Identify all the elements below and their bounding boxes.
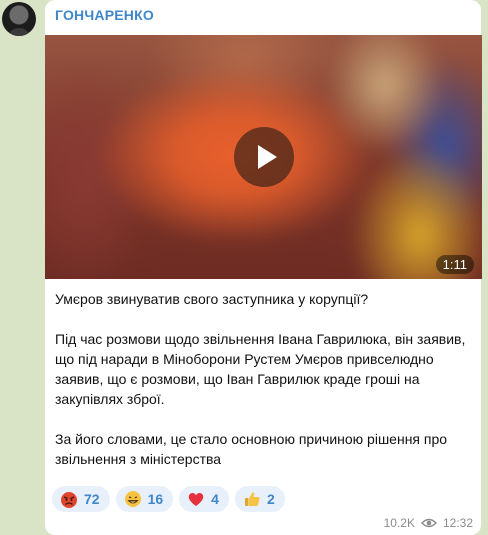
reaction-count: 16 <box>147 491 164 507</box>
avatar-silhouette <box>7 28 31 36</box>
angry-face-icon <box>61 491 77 508</box>
post-paragraph: За його словами, це стало основною причи… <box>55 431 448 467</box>
channel-name[interactable]: ГОНЧАРЕНКО <box>55 7 154 23</box>
message-time: 12:32 <box>442 516 473 530</box>
video-duration: 1:11 <box>435 255 474 274</box>
reaction-heart[interactable]: 4 <box>179 486 229 512</box>
message-meta: 10.2K 12:32 <box>384 516 473 530</box>
post-paragraph: Умєров звинуватив свого заступника у кор… <box>55 291 369 307</box>
reaction-thumbs-up[interactable]: 2 <box>234 486 285 512</box>
red-heart-icon <box>188 492 204 506</box>
post-text: Умєров звинуватив свого заступника у кор… <box>55 289 473 489</box>
reaction-count: 4 <box>211 491 219 507</box>
view-count: 10.2K <box>383 516 415 530</box>
reaction-angry[interactable]: 72 <box>52 486 110 512</box>
thumbs-up-icon <box>244 492 260 506</box>
reaction-count: 2 <box>266 491 275 507</box>
reactions-bar: 72 16 4 2 <box>52 486 285 512</box>
eye-icon <box>420 518 437 528</box>
play-button[interactable] <box>234 127 294 187</box>
reaction-count: 72 <box>84 491 100 507</box>
reaction-grin[interactable]: 16 <box>115 486 174 512</box>
video-player[interactable]: 1:11 <box>45 35 482 279</box>
grinning-face-icon <box>124 491 141 507</box>
play-icon <box>258 145 277 169</box>
post-paragraph: Під час розмови щодо звільнення Івана Га… <box>55 331 466 407</box>
channel-avatar[interactable] <box>2 2 36 36</box>
message-bubble: ГОНЧАРЕНКО 1:11 Умєров звинуватив свого … <box>45 0 482 535</box>
